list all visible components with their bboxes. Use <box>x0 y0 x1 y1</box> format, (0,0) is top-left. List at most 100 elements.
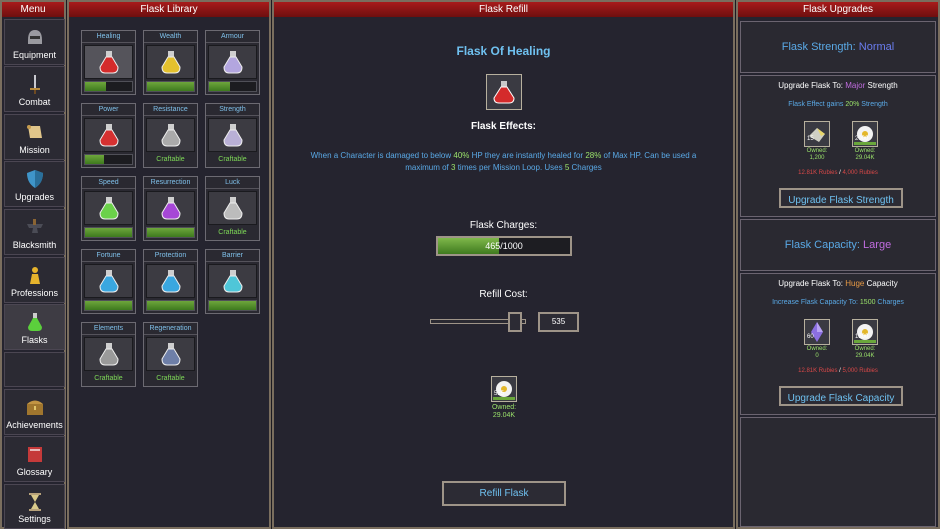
flask-charge-fill <box>209 301 256 310</box>
flask-status: Craftable <box>156 156 185 163</box>
menu-item-label: Achievements <box>6 420 63 430</box>
menu-item-mission[interactable]: Mission <box>4 114 65 160</box>
flask-slot-power[interactable]: Power <box>81 103 136 168</box>
flask-slot-title: Healing <box>82 31 135 43</box>
flask-slot-title: Protection <box>144 250 197 262</box>
flask-slot-armour[interactable]: Armour <box>205 30 260 95</box>
flask-charge-bar <box>84 81 133 92</box>
flask-slot-fortune[interactable]: Fortune <box>81 249 136 314</box>
upgrade-strength-effect: Flask Effect gains 20% Strength <box>741 101 935 108</box>
flask-icon <box>84 118 133 152</box>
flask-slot-regeneration[interactable]: Regeneration Craftable <box>143 322 198 387</box>
flask-icon <box>208 118 257 152</box>
flask-slot-title: Power <box>82 104 135 116</box>
flask-icon <box>84 264 133 298</box>
flask-slot-speed[interactable]: Speed <box>81 176 136 241</box>
flask-charge-fill <box>147 301 194 310</box>
flask-icon <box>208 45 257 79</box>
refill-cost-label: Refill Cost: <box>479 289 528 300</box>
menu-item-blacksmith[interactable]: Blacksmith <box>4 209 65 255</box>
flask-upgrades-title: Flask Upgrades <box>738 2 938 17</box>
upgrade-strength-suffix: Strength <box>865 81 898 90</box>
slider-thumb[interactable] <box>507 312 522 332</box>
refill-cost-box[interactable]: 535 <box>538 312 579 332</box>
effects-line2-a: maximum of <box>405 163 452 172</box>
menu-item-combat[interactable]: Combat <box>4 66 65 112</box>
flask-slot-protection[interactable]: Protection <box>143 249 198 314</box>
capacity-ruby-owned: 12.81K Rubies <box>798 368 838 374</box>
effects-line1-b: 40% <box>453 151 470 160</box>
flask-charge-bar <box>208 81 257 92</box>
helmet-icon <box>24 26 46 48</box>
menu-item-label: Equipment <box>12 50 57 60</box>
flask-slot-title: Armour <box>206 31 259 43</box>
flask-slot-barrier[interactable]: Barrier <box>205 249 260 314</box>
flask-slot-healing[interactable]: Healing <box>81 30 136 95</box>
flask-slot-elements[interactable]: Elements Craftable <box>81 322 136 387</box>
person-icon <box>24 264 46 286</box>
menu-item-label: Blacksmith <box>12 240 57 250</box>
flask-slot-title: Resistance <box>144 104 197 116</box>
flask-status: Craftable <box>156 375 185 382</box>
refill-flask-button[interactable]: Refill Flask <box>442 481 566 506</box>
charges-bar-text: 465/1000 <box>485 241 523 251</box>
flask-name: Flask Of Healing <box>456 44 551 58</box>
flask-refill-title: Flask Refill <box>274 2 733 17</box>
flask-slot-strength[interactable]: Strength Craftable <box>205 103 260 168</box>
capacity-ruby-required: 5,000 Rubies <box>842 368 878 374</box>
upgrade-capacity-tier: Huge <box>845 279 865 288</box>
flask-charge-bar <box>208 300 257 311</box>
refill-flask-button-label: Refill Flask <box>479 488 529 499</box>
flask-charge-fill <box>209 82 231 91</box>
upgrade-capacity-effect: Increase Flask Capacity To: 1500 Charges <box>741 299 935 306</box>
menu-item-flasks[interactable]: Flasks <box>4 304 65 350</box>
menu-item-glossary[interactable]: Glossary <box>4 436 65 482</box>
menu-item-professions[interactable]: Professions <box>4 257 65 303</box>
flask-slot-resurrection[interactable]: Resurrection <box>143 176 198 241</box>
menu-item-label: Mission <box>19 145 50 155</box>
flask-strength-heading: Flask Strength: Normal <box>741 41 935 53</box>
flask-slot-title: Wealth <box>144 31 197 43</box>
upgrade-strength-effect-prefix: Flask Effect gains <box>788 101 846 108</box>
menu-item-label: Settings <box>18 514 51 524</box>
flask-slot-luck[interactable]: Luck Craftable <box>205 176 260 241</box>
refill-slider[interactable] <box>430 312 526 332</box>
upgrade-capacity-suffix: Capacity <box>864 279 898 288</box>
flask-slot-resistance[interactable]: Resistance Craftable <box>143 103 198 168</box>
menu-item-label: Flasks <box>21 335 48 345</box>
flask-slot-title: Regeneration <box>144 323 197 335</box>
menu-item-settings[interactable]: Settings <box>4 484 65 529</box>
effects-line2-c: times per Mission Loop. Uses <box>455 163 565 172</box>
upgrade-flask-capacity-button[interactable]: Upgrade Flask Capacity <box>779 386 903 406</box>
upgrade-capacity-effect-suffix: Charges <box>875 299 904 306</box>
menu-item-equipment[interactable]: Equipment <box>4 19 65 65</box>
upgrade-flask-strength-button[interactable]: Upgrade Flask Strength <box>779 188 903 208</box>
flask-slot-title: Luck <box>206 177 259 189</box>
daisy-icon: 2000 <box>852 121 878 147</box>
flask-capacity-heading: Flask Capacity: Large <box>741 239 935 251</box>
flask-strength-box: Flask Strength: Normal <box>740 21 936 73</box>
flask-slot-wealth[interactable]: Wealth <box>143 30 198 95</box>
anvil-icon <box>24 216 46 238</box>
flask-charge-fill <box>147 228 194 237</box>
menu-item-upgrades[interactable]: Upgrades <box>4 161 65 207</box>
menu-item-achievements[interactable]: Achievements <box>4 389 65 435</box>
capacity-res1-owned: 0 <box>815 353 819 359</box>
strength-res1-owned: 1,200 <box>809 155 825 161</box>
sword-icon <box>24 73 46 95</box>
daisy-icon: 535 <box>491 376 517 402</box>
strength-res2-owned-label: Owned: <box>854 148 876 154</box>
strength-res2-owned: 29.04K <box>855 155 875 161</box>
effects-label: Flask Effects: <box>470 121 537 132</box>
flask-status: Craftable <box>218 229 247 236</box>
capacity-res2-owned: 29.04K <box>855 353 875 359</box>
flask-icon <box>84 45 133 79</box>
flask-charge-fill <box>85 82 107 91</box>
flask-charge-bar <box>84 227 133 238</box>
capacity-res2-owned-label: Owned: <box>854 346 876 352</box>
upgrade-capacity-effect-prefix: Increase Flask Capacity To: <box>772 299 860 306</box>
upgrade-capacity-effect-value: 1500 <box>859 299 876 306</box>
flask-status: Craftable <box>94 375 123 382</box>
selected-flask-icon <box>486 74 522 110</box>
flask-icon <box>208 191 257 225</box>
